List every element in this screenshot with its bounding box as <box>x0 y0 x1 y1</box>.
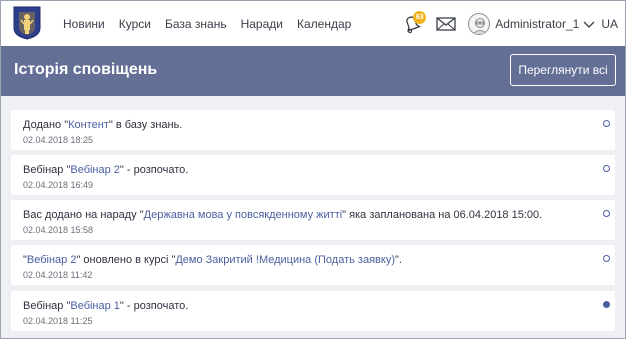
user-avatar-icon <box>472 17 488 34</box>
notification-text: Вебінар "Вебінар 1" - розпочато. <box>23 300 188 312</box>
notification-link[interactable]: Вебінар 2 <box>27 254 77 266</box>
language-switcher[interactable]: UA <box>601 17 618 31</box>
notification-link[interactable]: Державна мова у повсякденному житті <box>144 209 343 221</box>
notification-date: 02.04.2018 15:58 <box>23 225 94 235</box>
notification-date: 02.04.2018 11:42 <box>23 270 93 280</box>
notification-date: 02.04.2018 18:25 <box>23 135 94 145</box>
notification-suffix: ". <box>394 254 402 266</box>
user-tools: 63 Administrator_1 UA <box>402 1 625 46</box>
notification-date: 02.04.2018 16:49 <box>23 180 94 190</box>
read-status-dot[interactable] <box>603 210 610 217</box>
notification-prefix: Вебінар " <box>23 164 71 176</box>
nav-item-calendar[interactable]: Календар <box>297 17 351 31</box>
notification-link[interactable]: Контент <box>68 119 109 131</box>
username-label[interactable]: Administrator_1 <box>495 17 579 31</box>
page-title: Історія сповіщень <box>14 61 158 78</box>
view-all-button[interactable]: Переглянути всі <box>510 54 616 86</box>
main-nav: Новини Курси База знань Наради Календар <box>63 1 365 46</box>
read-status-dot[interactable] <box>603 165 610 172</box>
notification-item[interactable]: Вебінар "Вебінар 1" - розпочато. 02.04.20… <box>11 291 615 331</box>
page-header: Історія сповіщень Переглянути всі <box>1 46 625 96</box>
mail-icon[interactable] <box>436 16 456 32</box>
nav-item-courses[interactable]: Курси <box>119 17 151 31</box>
notification-prefix: Вас додано на нараду " <box>23 209 144 221</box>
chevron-down-icon[interactable] <box>583 19 595 29</box>
notification-list: Додано "Контент" в базу знань. 02.04.2018… <box>1 96 625 338</box>
notification-middle: " оновлено в курсі " <box>76 254 176 266</box>
top-navigation-bar: Новини Курси База знань Наради Календар … <box>1 1 625 46</box>
notifications-count-badge: 63 <box>413 10 427 24</box>
notification-middle: " яка запланована на 06.04.2018 15:00. <box>342 209 543 221</box>
read-status-dot[interactable] <box>603 255 610 262</box>
notification-date: 02.04.2018 11:25 <box>23 316 93 326</box>
unread-status-dot[interactable] <box>603 301 610 308</box>
read-status-dot[interactable] <box>603 120 610 127</box>
notification-text: Додано "Контент" в базу знань. <box>23 119 182 131</box>
notification-prefix: Вебінар " <box>23 300 71 312</box>
notification-text: Вас додано на нараду "Державна мова у по… <box>23 209 542 221</box>
notification-text: Вебінар "Вебінар 2" - розпочато. <box>23 164 188 176</box>
kyiv-coat-of-arms-logo[interactable] <box>13 6 41 40</box>
notification-prefix: Додано " <box>23 119 69 131</box>
notification-link-secondary[interactable]: Демо Закритий !Медицина (Подать заявку) <box>175 254 395 266</box>
nav-item-knowledge-base[interactable]: База знань <box>165 17 227 31</box>
notification-item[interactable]: Вас додано на нараду "Державна мова у по… <box>11 200 615 240</box>
notification-middle: " - розпочато. <box>119 164 189 176</box>
nav-item-meetings[interactable]: Наради <box>241 17 283 31</box>
notification-link[interactable]: Вебінар 1 <box>70 300 120 312</box>
notification-item[interactable]: Вебінар "Вебінар 2" - розпочато. 02.04.20… <box>11 155 615 195</box>
notification-middle: " в базу знань. <box>108 119 183 131</box>
user-avatar[interactable] <box>468 12 491 35</box>
notifications-button[interactable]: 63 <box>402 10 427 35</box>
notification-link[interactable]: Вебінар 2 <box>70 164 120 176</box>
nav-item-news[interactable]: Новини <box>63 17 105 31</box>
notification-item[interactable]: "Вебінар 2" оновлено в курсі "Демо Закри… <box>11 245 615 285</box>
notification-middle: " - розпочато. <box>119 300 189 312</box>
notification-item[interactable]: Додано "Контент" в базу знань. 02.04.2018… <box>11 110 615 150</box>
notification-text: "Вебінар 2" оновлено в курсі "Демо Закри… <box>23 254 402 266</box>
